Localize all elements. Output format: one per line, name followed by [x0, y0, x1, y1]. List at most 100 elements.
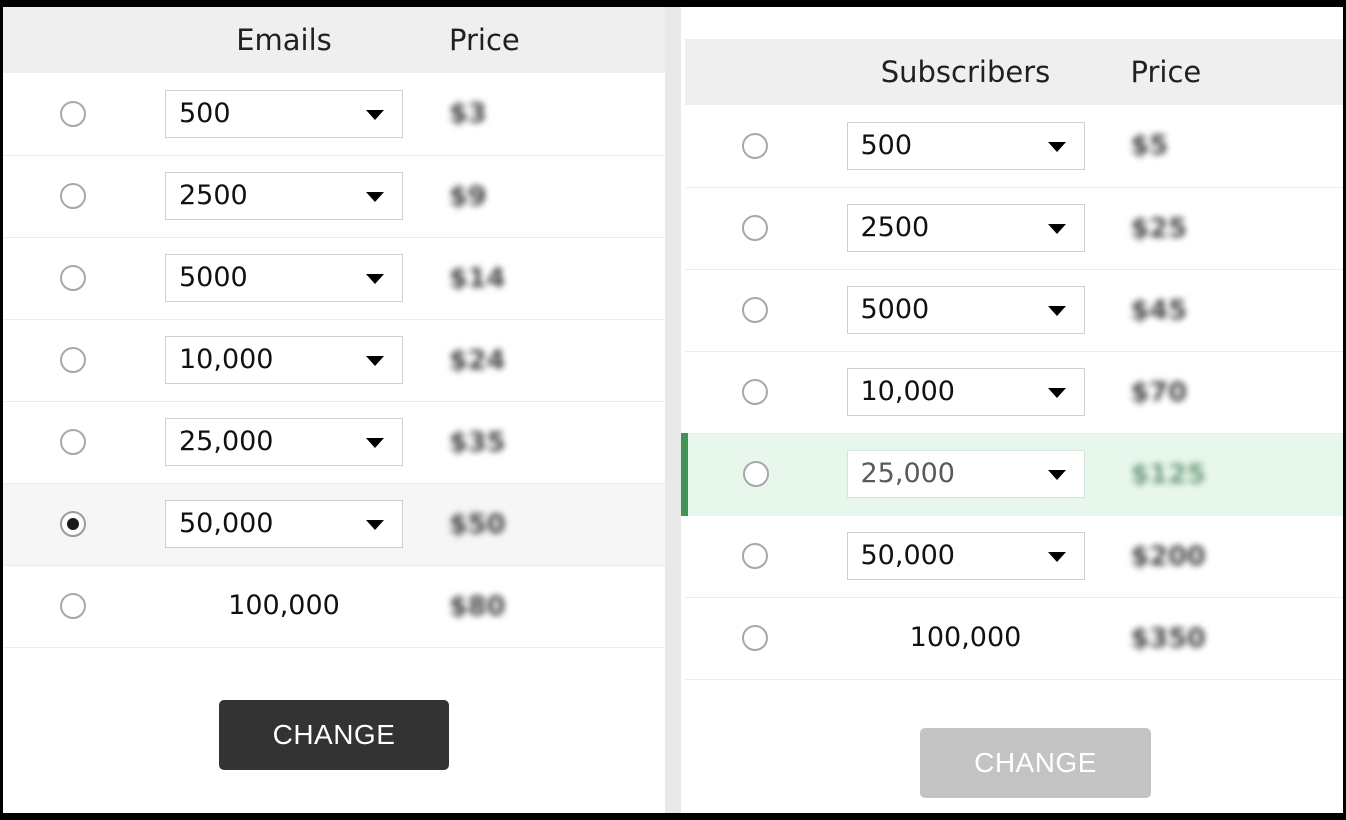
quantity-cell[interactable]: 5000	[825, 269, 1125, 351]
table-row[interactable]: 25,000 $35	[3, 401, 665, 483]
quantity-cell[interactable]: 500	[825, 105, 1125, 187]
emails-quantity-select[interactable]: 2500	[165, 172, 403, 220]
radio-cell[interactable]	[685, 269, 825, 351]
table-row-selected[interactable]: 50,000 $50	[3, 483, 665, 565]
radio-button-icon[interactable]	[742, 215, 768, 241]
radio-cell[interactable]	[3, 155, 143, 237]
radio-cell[interactable]	[685, 433, 825, 515]
radio-button-icon[interactable]	[60, 265, 86, 291]
price-value: $70	[1131, 379, 1187, 406]
price-value: $50	[449, 511, 505, 538]
header-spacer	[685, 39, 825, 105]
radio-cell[interactable]	[3, 237, 143, 319]
radio-button-icon[interactable]	[60, 101, 86, 127]
price-value: $24	[449, 347, 505, 374]
table-row[interactable]: 500 $3	[3, 73, 665, 155]
radio-cell[interactable]	[685, 515, 825, 597]
price-cell: $9	[443, 155, 665, 237]
price-value: $80	[449, 593, 505, 620]
table-row[interactable]: 2500 $9	[3, 155, 665, 237]
price-cell: $5	[1125, 105, 1346, 187]
chevron-down-icon	[366, 520, 384, 530]
subscribers-quantity-select[interactable]: 25,000	[847, 450, 1085, 498]
radio-button-icon[interactable]	[60, 429, 86, 455]
table-row[interactable]: 5000 $45	[685, 269, 1346, 351]
emails-plan-rows: 500 $3	[3, 73, 665, 647]
chevron-down-icon	[366, 356, 384, 366]
table-row[interactable]: 10,000 $24	[3, 319, 665, 401]
quantity-cell[interactable]: 10,000	[825, 351, 1125, 433]
chevron-down-icon	[1048, 388, 1066, 398]
quantity-cell: 100,000	[143, 565, 443, 647]
quantity-cell[interactable]: 10,000	[143, 319, 443, 401]
quantity-cell[interactable]: 500	[143, 73, 443, 155]
radio-button-icon[interactable]	[742, 297, 768, 323]
plan-comparison-panels: Emails Price 500	[3, 7, 1343, 813]
radio-cell[interactable]	[685, 597, 825, 679]
screenshot-frame: Emails Price 500	[0, 0, 1346, 820]
radio-button-icon[interactable]	[60, 593, 86, 619]
subscribers-quantity-select[interactable]: 500	[847, 122, 1085, 170]
quantity-cell[interactable]: 5000	[143, 237, 443, 319]
change-button-emails[interactable]: CHANGE	[219, 700, 450, 770]
price-cell: $24	[443, 319, 665, 401]
quantity-cell[interactable]: 25,000	[825, 433, 1125, 515]
quantity-cell[interactable]: 50,000	[143, 483, 443, 565]
radio-button-icon[interactable]	[60, 183, 86, 209]
quantity-text: 100,000	[910, 614, 1022, 662]
change-button-subscribers[interactable]: CHANGE	[920, 728, 1151, 798]
emails-quantity-select[interactable]: 10,000	[165, 336, 403, 384]
quantity-cell[interactable]: 2500	[825, 187, 1125, 269]
chevron-down-icon	[1048, 470, 1066, 480]
table-row[interactable]: 5000 $14	[3, 237, 665, 319]
radio-cell[interactable]	[3, 73, 143, 155]
price-cell: $3	[443, 73, 665, 155]
radio-cell[interactable]	[685, 105, 825, 187]
table-row[interactable]: 50,000 $200	[685, 515, 1346, 597]
radio-cell[interactable]	[3, 565, 143, 647]
quantity-cell[interactable]: 2500	[143, 155, 443, 237]
radio-cell[interactable]	[3, 401, 143, 483]
emails-plan-panel: Emails Price 500	[3, 7, 665, 813]
table-row-highlighted[interactable]: 25,000 $125	[685, 433, 1346, 515]
emails-quantity-select[interactable]: 500	[165, 90, 403, 138]
radio-button-icon[interactable]	[742, 133, 768, 159]
price-cell: $50	[443, 483, 665, 565]
quantity-cell[interactable]: 50,000	[825, 515, 1125, 597]
radio-button-icon[interactable]	[742, 543, 768, 569]
emails-quantity-select[interactable]: 5000	[165, 254, 403, 302]
radio-button-icon-checked[interactable]	[60, 511, 86, 537]
price-value: $45	[1131, 297, 1187, 324]
radio-cell[interactable]	[3, 319, 143, 401]
subscribers-quantity-select[interactable]: 50,000	[847, 532, 1085, 580]
table-row[interactable]: 2500 $25	[685, 187, 1346, 269]
header-subscribers: Subscribers	[825, 39, 1125, 105]
quantity-cell[interactable]: 25,000	[143, 401, 443, 483]
subscribers-quantity-select[interactable]: 10,000	[847, 368, 1085, 416]
subscribers-quantity-select[interactable]: 5000	[847, 286, 1085, 334]
radio-cell[interactable]	[3, 483, 143, 565]
radio-button-icon[interactable]	[742, 379, 768, 405]
header-price: Price	[1125, 39, 1346, 105]
radio-button-icon[interactable]	[743, 461, 769, 487]
radio-button-icon[interactable]	[742, 625, 768, 651]
subscribers-plan-rows: 500 $5	[685, 105, 1346, 679]
radio-cell[interactable]	[685, 187, 825, 269]
chevron-down-icon	[1048, 306, 1066, 316]
price-value: $35	[449, 429, 505, 456]
chevron-down-icon	[1048, 142, 1066, 152]
emails-quantity-select[interactable]: 50,000	[165, 500, 403, 548]
table-row[interactable]: 100,000 $350	[685, 597, 1346, 679]
radio-button-icon[interactable]	[60, 347, 86, 373]
emails-quantity-select[interactable]: 25,000	[165, 418, 403, 466]
table-row[interactable]: 10,000 $70	[685, 351, 1346, 433]
table-row[interactable]: 500 $5	[685, 105, 1346, 187]
emails-footer: CHANGE	[3, 648, 665, 770]
subscribers-quantity-select[interactable]: 2500	[847, 204, 1085, 252]
price-value: $25	[1131, 215, 1187, 242]
price-value: $5	[1131, 132, 1169, 159]
radio-cell[interactable]	[685, 351, 825, 433]
table-row[interactable]: 100,000 $80	[3, 565, 665, 647]
chevron-down-icon	[366, 192, 384, 202]
quantity-text: 100,000	[228, 582, 340, 630]
